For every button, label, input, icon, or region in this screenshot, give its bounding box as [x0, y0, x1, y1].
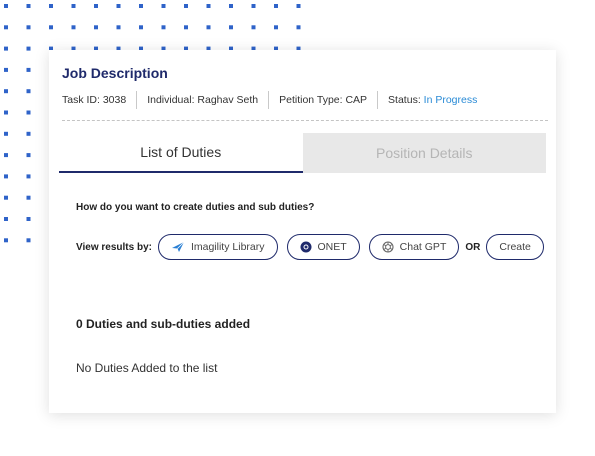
decorative-dot [4, 174, 8, 179]
chat-gpt-label: Chat GPT [399, 241, 447, 253]
decorative-dot [251, 4, 256, 8]
decorative-dot [26, 153, 31, 158]
decorative-dot [4, 238, 8, 243]
decorative-dot [206, 25, 211, 30]
decorative-dot [26, 25, 31, 30]
job-description-card: Job Description Task ID: 3038 Individual… [49, 50, 556, 413]
status-badge: In Progress [423, 94, 478, 106]
decorative-dot [139, 4, 143, 8]
view-results-label: View results by: [76, 241, 152, 253]
decorative-dot [4, 25, 8, 30]
onet-logo-icon [300, 241, 312, 253]
divider [136, 91, 138, 109]
create-duties-question: How do you want to create duties and sub… [76, 202, 315, 213]
decorative-dot [26, 89, 31, 94]
divider [268, 91, 270, 109]
decorative-dot [4, 110, 8, 115]
decorative-dot [71, 4, 76, 8]
decorative-dot [26, 4, 31, 8]
decorative-dot [206, 4, 211, 8]
decorative-dot [229, 25, 233, 30]
tab-list-of-duties[interactable]: List of Duties [59, 133, 303, 173]
decorative-dot [116, 25, 121, 30]
decorative-dot [296, 4, 301, 8]
duties-count: 0 Duties and sub-duties added [76, 317, 251, 331]
imagility-library-label: Imagility Library [190, 241, 265, 253]
decorative-dot [251, 25, 256, 30]
imagility-library-button[interactable]: Imagility Library [157, 234, 278, 260]
empty-duties-message: No Duties Added to the list [76, 361, 218, 375]
paper-plane-icon [171, 241, 185, 253]
create-label: Create [499, 241, 531, 253]
onet-button[interactable]: ONET [286, 234, 360, 260]
decorative-dot [161, 4, 166, 8]
task-id: Task ID: 3038 [62, 94, 127, 106]
decorative-dot [274, 4, 278, 8]
petition-type: Petition Type: CAP [279, 94, 368, 106]
decorative-dot [229, 4, 233, 8]
decorative-dot [139, 25, 143, 30]
or-label: OR [465, 241, 481, 253]
decorative-dot [4, 131, 8, 136]
decorative-dot [4, 4, 8, 8]
view-results-row: View results by: Imagility Library ONET … [76, 234, 553, 260]
decorative-dot [4, 217, 8, 221]
decorative-dot [26, 46, 31, 51]
decorative-dot [49, 4, 53, 8]
create-button[interactable]: Create [486, 234, 544, 260]
decorative-dot [94, 25, 98, 30]
decorative-dot [26, 217, 31, 221]
chat-gpt-button[interactable]: Chat GPT [368, 234, 460, 260]
decorative-dot [184, 4, 188, 8]
onet-label: ONET [317, 241, 347, 253]
decorative-dot [4, 195, 8, 200]
status-label: Status: [388, 94, 424, 106]
page-title: Job Description [62, 65, 168, 81]
decorative-dot [26, 110, 31, 115]
job-meta-bar: Task ID: 3038 Individual: Raghav Seth Pe… [62, 91, 477, 109]
decorative-dot [274, 25, 278, 30]
decorative-dot [161, 25, 166, 30]
decorative-dot [26, 67, 31, 72]
divider [377, 91, 379, 109]
decorative-dot [4, 153, 8, 158]
decorative-dot [94, 4, 98, 8]
decorative-dot [4, 67, 8, 72]
decorative-dot [4, 46, 8, 51]
decorative-dot [71, 25, 76, 30]
chatgpt-logo-icon [382, 241, 394, 253]
individual-name: Individual: Raghav Seth [147, 94, 259, 106]
tab-position-details[interactable]: Position Details [302, 133, 546, 173]
decorative-dot [184, 25, 188, 30]
decorative-dot [116, 4, 121, 8]
dashed-divider [62, 120, 548, 121]
decorative-dot [26, 131, 31, 136]
decorative-dot [49, 25, 53, 30]
decorative-dot [4, 89, 8, 94]
status-text: Status: In Progress [388, 94, 477, 106]
decorative-dot [26, 195, 31, 200]
decorative-dot [26, 238, 31, 243]
decorative-dot [296, 25, 301, 30]
tab-bar: List of Duties Position Details [59, 133, 546, 173]
decorative-dot [26, 174, 31, 179]
